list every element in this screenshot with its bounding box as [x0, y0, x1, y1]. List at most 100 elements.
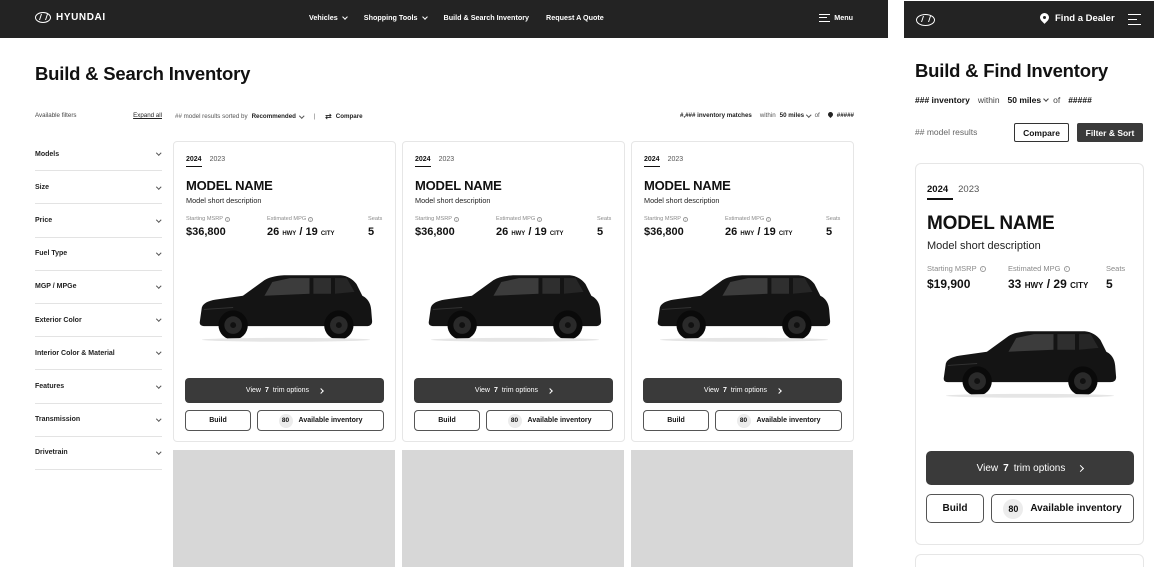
view-trim-options-button[interactable]: View 7 trim options — [643, 378, 842, 403]
distance-value: 50 miles — [779, 112, 805, 119]
view-trim-options-button[interactable]: View 7 trim options — [185, 378, 384, 403]
matches-bar: #,### inventory matches within 50 miles … — [680, 112, 854, 119]
inventory-count: 80 — [1003, 498, 1024, 519]
build-button[interactable]: Build — [926, 494, 984, 523]
msrp-label: Starting MSRP i — [415, 216, 459, 222]
available-inventory-button[interactable]: 80 Available inventory — [991, 494, 1134, 523]
info-icon[interactable]: i — [308, 216, 314, 222]
nav-link-request-quote[interactable]: Request A Quote — [546, 13, 604, 22]
distance-dropdown[interactable]: 50 miles — [779, 112, 812, 119]
msrp-label-text: Starting MSRP — [927, 264, 977, 273]
chevron-down-icon — [155, 449, 161, 455]
mpg-label: Estimated MPG i — [725, 216, 772, 222]
info-icon[interactable]: i — [225, 216, 230, 222]
info-icon[interactable]: i — [537, 216, 543, 222]
hyundai-logo-icon[interactable] — [916, 14, 935, 26]
sort-dropdown[interactable]: Recommended — [252, 113, 305, 120]
mpg-label-text: Estimated MPG — [267, 216, 307, 222]
model-name: MODEL NAME — [415, 178, 502, 193]
filter-models[interactable]: Models — [35, 138, 162, 172]
year-tab-2024[interactable]: 2024 — [186, 156, 202, 167]
menu-icon[interactable] — [1128, 14, 1141, 26]
hwy-unit: HWY — [511, 231, 526, 237]
filter-fuel-type[interactable]: Fuel Type — [35, 238, 162, 271]
msrp-label-text: Starting MSRP — [415, 216, 452, 222]
filter-sort-button[interactable]: Filter & Sort — [1077, 123, 1143, 142]
filter-label: Size — [35, 183, 50, 191]
filter-features[interactable]: Features — [35, 370, 162, 404]
vehicle-image[interactable] — [194, 270, 378, 344]
mpg-label: Estimated MPG i — [1008, 264, 1070, 273]
zip-link[interactable]: ##### — [828, 112, 854, 119]
info-icon[interactable]: i — [979, 265, 986, 272]
info-icon[interactable]: i — [1063, 265, 1070, 272]
year-tab-2023[interactable]: 2023 — [958, 184, 979, 195]
msrp-label: Starting MSRP i — [186, 216, 230, 222]
msrp-value: $36,800 — [186, 226, 226, 238]
mpg-city: 19 — [763, 226, 776, 238]
build-button[interactable]: Build — [185, 410, 251, 431]
info-icon[interactable]: i — [454, 216, 459, 222]
seats-label: Seats — [597, 216, 612, 222]
available-inventory-button[interactable]: 80 Available inventory — [715, 410, 842, 431]
year-tab-2024[interactable]: 2024 — [415, 156, 431, 167]
available-inventory-button[interactable]: 80 Available inventory — [257, 410, 384, 431]
nav-link-label: Shopping Tools — [363, 13, 418, 22]
view-trim-options-button[interactable]: View 7 trim options — [414, 378, 613, 403]
year-tab-2023[interactable]: 2023 — [668, 156, 684, 163]
info-icon[interactable]: i — [683, 216, 688, 222]
expand-all-link[interactable]: Expand all — [133, 112, 162, 119]
page-title: Build & Search Inventory — [35, 63, 251, 84]
nav-link-shopping-tools[interactable]: Shopping Tools — [363, 13, 428, 22]
menu-button[interactable]: Menu — [819, 13, 853, 22]
zip-value[interactable]: ##### — [1068, 95, 1092, 105]
available-inventory-button[interactable]: 80 Available inventory — [486, 410, 613, 431]
distance-dropdown[interactable]: 50 miles — [1008, 95, 1049, 105]
model-card-next — [915, 554, 1144, 567]
build-button[interactable]: Build — [414, 410, 480, 431]
filter-exterior-color[interactable]: Exterior Color — [35, 304, 162, 338]
within-text: within — [759, 112, 776, 119]
year-tab-2024[interactable]: 2024 — [927, 184, 954, 200]
filters-header: Available filters Expand all — [35, 112, 162, 119]
view-trim-options-button[interactable]: View 7 trim options — [926, 451, 1134, 485]
trim-prefix: View — [245, 387, 261, 394]
year-tab-2024[interactable]: 2024 — [644, 156, 660, 167]
find-dealer-link[interactable]: Find a Dealer — [1040, 13, 1115, 24]
vehicle-image[interactable] — [652, 270, 836, 344]
chevron-down-icon — [155, 183, 161, 189]
model-description: Model short description — [415, 196, 491, 205]
mpg-value: 26 HWY / 19 CITY — [725, 226, 792, 238]
info-icon[interactable]: i — [766, 216, 772, 222]
filter-transmission[interactable]: Transmission — [35, 404, 162, 437]
brand-logo[interactable]: HYUNDAI — [35, 12, 106, 23]
year-tab-2023[interactable]: 2023 — [439, 156, 455, 163]
filter-size[interactable]: Size — [35, 171, 162, 205]
compare-arrows-icon: ⇄ — [325, 112, 332, 121]
filter-price[interactable]: Price — [35, 204, 162, 238]
filter-drivetrain[interactable]: Drivetrain — [35, 437, 162, 470]
vehicle-image[interactable] — [938, 326, 1122, 400]
build-button[interactable]: Build — [643, 410, 709, 431]
page-title: Build & Find Inventory — [915, 60, 1108, 81]
nav-link-vehicles[interactable]: Vehicles — [309, 13, 348, 22]
vehicle-image[interactable] — [423, 270, 607, 344]
nav-link-build-search[interactable]: Build & Search Inventory — [444, 13, 529, 22]
mpg-slash: / — [757, 226, 761, 238]
inventory-count: 80 — [278, 413, 293, 428]
compare-link[interactable]: ⇄ Compare — [325, 112, 363, 121]
filter-label: Fuel Type — [35, 250, 68, 258]
msrp-value: $36,800 — [415, 226, 455, 238]
year-tab-2023[interactable]: 2023 — [210, 156, 226, 163]
seats-value: 5 — [1106, 277, 1113, 291]
compare-button[interactable]: Compare — [1014, 123, 1069, 142]
model-name: MODEL NAME — [927, 213, 1055, 234]
city-unit: CITY — [320, 231, 335, 237]
hwy-unit: HWY — [1024, 281, 1044, 290]
filter-interior-color[interactable]: Interior Color & Material — [35, 337, 162, 371]
mpg-hwy: 33 — [1008, 277, 1022, 291]
filter-mpg[interactable]: MGP / MPGe — [35, 271, 162, 304]
mpg-city: 19 — [305, 226, 318, 238]
trim-prefix: View — [703, 387, 719, 394]
chevron-down-icon — [155, 416, 161, 422]
